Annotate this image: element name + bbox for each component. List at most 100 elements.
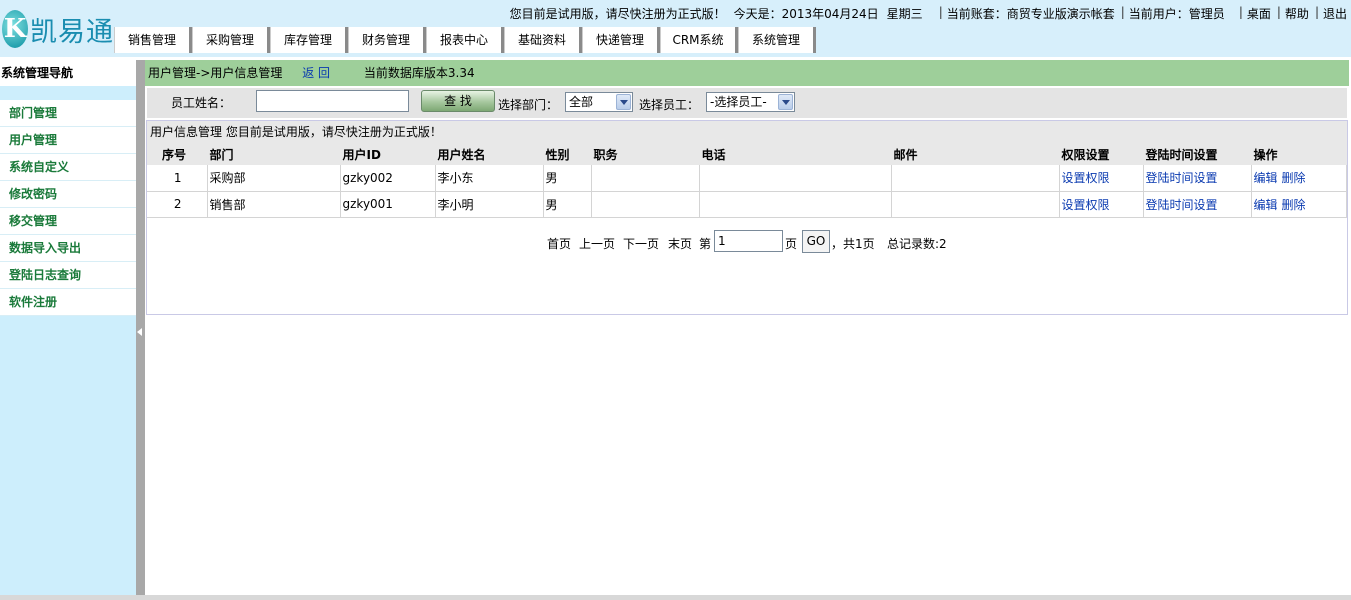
tab-reports[interactable]: 报表中心 [426,27,504,53]
cell-email [891,191,1060,218]
sidebar: 系统管理导航 部门管理 用户管理 系统自定义 修改密码 移交管理 数据导入导出 … [0,60,136,595]
sidebar-item-custom[interactable]: 系统自定义 [0,154,136,181]
cell-login-time: 登陆时间设置 [1143,191,1252,218]
separator: | [1238,5,1243,19]
sidebar-item-login-log[interactable]: 登陆日志查询 [0,262,136,289]
trial-notice: 您目前是试用版，请尽快注册为正式版！ [509,7,726,21]
tab-crm[interactable]: CRM系统 [660,27,738,53]
user-table: 序号 部门 用户ID 用户姓名 性别 职务 电话 邮件 权限设置 登陆时间设置 … [147,143,1347,218]
back-link[interactable]: 返 回 [302,66,330,80]
logo-text: 凯易通 [30,16,114,48]
tab-inventory[interactable]: 库存管理 [270,27,348,53]
main-panel: 用户管理->用户信息管理 返 回 当前数据库版本3.34 员工姓名： 查 找 选… [145,60,1351,595]
top-header: K 凯易通 您目前是试用版，请尽快注册为正式版！ 今天是：2013年04月24日… [0,0,1351,57]
col-header-actions: 操作 [1251,143,1347,165]
cell-sex: 男 [543,191,592,218]
cell-login-time: 登陆时间设置 [1143,165,1252,192]
breadcrumb-bar: 用户管理->用户信息管理 返 回 当前数据库版本3.34 [145,60,1349,86]
total-pages: ，共1页 [831,237,875,251]
col-header-login-time: 登陆时间设置 [1143,143,1252,165]
desktop-link[interactable]: 桌面 [1247,5,1271,22]
search-bar: 员工姓名： 查 找 选择部门： 全部 选择员工： -选择员工- [147,88,1347,118]
current-user: 当前用户：管理员 [1128,7,1225,21]
department-select[interactable]: 全部 [565,92,633,112]
cell-sex: 男 [543,165,592,192]
chevron-down-icon[interactable] [616,94,631,110]
separator: | [1276,5,1281,19]
chevron-down-icon[interactable] [778,94,793,110]
last-page-link[interactable]: 末页 [668,235,692,252]
sidebar-item-departments[interactable]: 部门管理 [0,100,136,127]
col-header-uid: 用户ID [340,143,436,165]
col-header-sex: 性别 [543,143,592,165]
set-permission-link[interactable]: 设置权限 [1062,171,1110,185]
sidebar-item-handover[interactable]: 移交管理 [0,208,136,235]
page-prefix: 第 [699,237,712,251]
tab-sales[interactable]: 销售管理 [114,27,192,53]
cell-uid: gzky001 [340,191,436,218]
department-label: 选择部门： [498,98,559,112]
sidebar-spacer [0,86,136,100]
cell-permission: 设置权限 [1059,191,1144,218]
set-permission-link[interactable]: 设置权限 [1062,198,1110,212]
breadcrumb: 用户管理->用户信息管理 [148,66,283,80]
sidebar-item-register[interactable]: 软件注册 [0,289,136,316]
cell-name: 李小东 [435,165,544,192]
cell-actions: 编辑 删除 [1251,165,1347,192]
cell-name: 李小明 [435,191,544,218]
cell-permission: 设置权限 [1059,165,1144,192]
department-select-value: 全部 [569,95,594,109]
logo-k-icon: K [2,10,28,48]
cell-no: 1 [147,165,208,192]
next-page-link[interactable]: 下一页 [623,235,659,252]
edit-link[interactable]: 编辑 [1254,198,1278,212]
sidebar-item-password[interactable]: 修改密码 [0,181,136,208]
sidebar-item-users[interactable]: 用户管理 [0,127,136,154]
cell-uid: gzky002 [340,165,436,192]
bottom-border [0,595,1351,600]
cell-post [591,165,700,192]
delete-link[interactable]: 删除 [1282,171,1306,185]
db-version: 当前数据库版本3.34 [363,66,475,80]
first-page-link[interactable]: 首页 [547,235,571,252]
tab-express[interactable]: 快递管理 [582,27,660,53]
sidebar-title: 系统管理导航 [0,60,136,86]
col-header-phone: 电话 [699,143,892,165]
tab-finance[interactable]: 财务管理 [348,27,426,53]
sidebar-splitter[interactable] [136,60,145,595]
tab-system[interactable]: 系统管理 [738,27,816,53]
col-header-no: 序号 [147,143,208,165]
delete-link[interactable]: 删除 [1282,198,1306,212]
login-time-link[interactable]: 登陆时间设置 [1146,198,1218,212]
prev-page-link[interactable]: 上一页 [579,235,615,252]
cell-email [891,165,1060,192]
go-button[interactable]: GO [802,230,830,253]
current-account: 当前账套：商贸专业版演示帐套 [946,7,1115,21]
tab-purchase[interactable]: 采购管理 [192,27,270,53]
login-time-link[interactable]: 登陆时间设置 [1146,171,1218,185]
tab-basic-data[interactable]: 基础资料 [504,27,582,53]
page-suffix: 页 [785,237,798,251]
top-info-bar: 您目前是试用版，请尽快注册为正式版！ 今天是：2013年04月24日 星期三 |… [510,5,1347,22]
collapse-arrow-icon[interactable] [137,328,142,336]
cell-actions: 编辑 删除 [1251,191,1347,218]
edit-link[interactable]: 编辑 [1254,171,1278,185]
employee-label: 选择员工： [639,98,700,112]
help-link[interactable]: 帮助 [1285,5,1309,22]
logout-link[interactable]: 退出 [1323,5,1347,22]
find-button[interactable]: 查 找 [421,90,495,112]
sidebar-item-import-export[interactable]: 数据导入导出 [0,235,136,262]
employee-select[interactable]: -选择员工- [706,92,795,112]
col-header-email: 邮件 [891,143,1060,165]
user-table-panel: 用户信息管理 您目前是试用版，请尽快注册为正式版！ 序号 部门 用户ID 用户姓… [146,120,1348,315]
employee-name-input[interactable] [256,90,409,112]
today-date: 今天是：2013年04月24日 [733,7,879,21]
weekday: 星期三 [886,7,923,21]
col-header-dept: 部门 [207,143,341,165]
table-row: 2 销售部 gzky001 李小明 男 设置权限 登陆时间设置 编辑 删除 [147,191,1347,218]
table-title: 用户信息管理 您目前是试用版，请尽快注册为正式版！ [147,121,1347,143]
employee-name-label: 员工姓名： [171,96,232,110]
main-nav: 销售管理 采购管理 库存管理 财务管理 报表中心 基础资料 快递管理 CRM系统… [114,27,816,53]
page-number-input[interactable] [714,230,783,252]
employee-select-value: -选择员工- [710,95,767,109]
